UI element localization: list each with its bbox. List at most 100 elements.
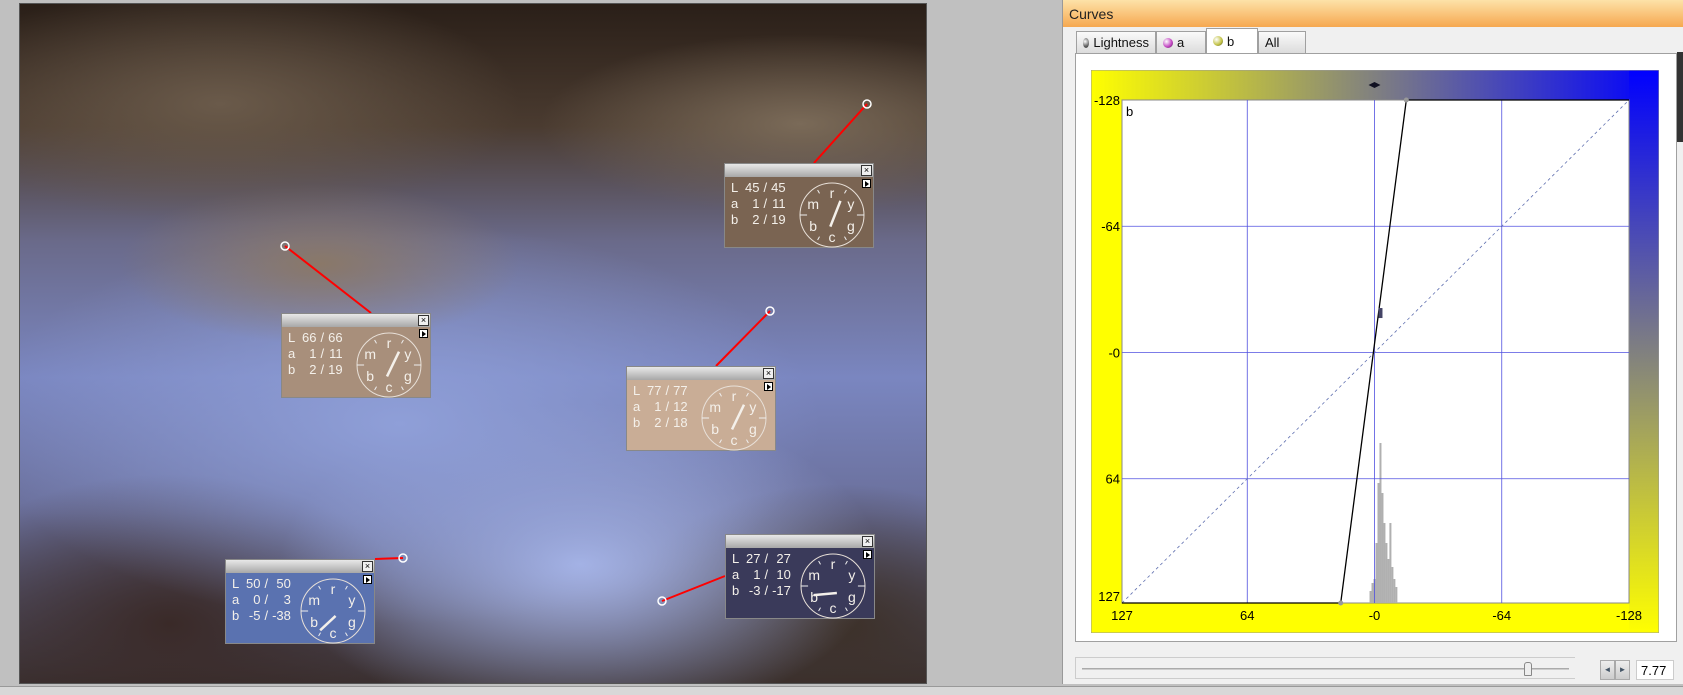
tab-label: Lightness <box>1093 35 1149 50</box>
channel-label: b <box>633 415 641 430</box>
clock-letter: m <box>807 196 819 212</box>
value-before: 27 <box>746 551 761 566</box>
close-icon[interactable]: × <box>418 315 429 326</box>
hue-needle <box>829 200 842 228</box>
tab-all[interactable]: All <box>1258 31 1306 53</box>
clock-letter: r <box>732 388 737 404</box>
x-tick-label: 127 <box>1111 608 1133 623</box>
slider-row: ◄ ► 7.77 <box>1075 655 1675 683</box>
value-after: 12 <box>673 399 688 414</box>
histogram-bar <box>1389 523 1392 603</box>
hue-clock: rygcbm <box>701 385 767 451</box>
value-before: 1 <box>753 567 761 582</box>
curves-chart[interactable]: b 127 64 -0 -64 -128 -128 -64 -0 64 127 <box>1091 70 1659 633</box>
clock-letter: c <box>386 379 393 395</box>
clock-letter: g <box>404 368 412 384</box>
clock-letter: g <box>749 421 757 437</box>
color-sampler-box[interactable]: × L 50/50 a 0/3 b -5/-38 rygcbm <box>225 559 375 644</box>
channel-label: a <box>633 399 641 414</box>
histogram-bar <box>1385 543 1388 603</box>
clock-letter: c <box>829 229 836 245</box>
tab-label: a <box>1177 35 1185 50</box>
channel-label: b <box>232 608 240 623</box>
color-sampler-box[interactable]: × L 77/77 a 1/12 b 2/18 rygcbm <box>626 366 776 451</box>
close-icon[interactable]: × <box>763 368 774 379</box>
sampler-titlebar[interactable]: × <box>627 367 775 380</box>
sampler-leader-line <box>715 310 771 367</box>
hue-clock: rygcbm <box>799 182 865 248</box>
curve-endpoint[interactable] <box>1338 600 1344 606</box>
value-after: 3 <box>283 592 291 607</box>
color-sampler-box[interactable]: × L 66/66 a 1/11 b 2/19 rygcbm <box>281 313 431 398</box>
sampler-titlebar[interactable]: × <box>725 164 873 177</box>
x-tick-label: -64 <box>1492 608 1511 623</box>
clock-letter: r <box>387 335 392 351</box>
status-bar <box>0 686 1683 695</box>
sampler-titlebar[interactable]: × <box>282 314 430 327</box>
tab-b[interactable]: b <box>1206 28 1258 53</box>
value-after: -38 <box>272 608 291 623</box>
hue-clock: rygcbm <box>800 553 866 619</box>
histogram-bar <box>1377 483 1380 603</box>
close-icon[interactable]: × <box>862 536 873 547</box>
close-icon[interactable]: × <box>362 561 373 572</box>
color-sampler-box[interactable]: × L 27/27 a 1/10 b -3/-17 rygcbm <box>725 534 875 619</box>
tab-a[interactable]: a <box>1156 31 1206 53</box>
chart-title: b <box>1126 104 1133 119</box>
value-after: -17 <box>772 583 791 598</box>
y-tick-label: 64 <box>1106 472 1120 487</box>
histogram-bar <box>1387 559 1390 603</box>
sampler-titlebar[interactable]: × <box>726 535 874 548</box>
channel-label: a <box>731 196 739 211</box>
value-before: 66 <box>302 330 317 345</box>
histogram-bar <box>1381 493 1384 603</box>
y-tick-label: -0 <box>1108 345 1120 360</box>
clock-letter: r <box>331 581 336 597</box>
histogram-bar <box>1391 567 1394 603</box>
channel-label: a <box>232 592 240 607</box>
curve-control-point[interactable] <box>1378 308 1383 319</box>
hue-needle <box>730 404 746 431</box>
slider-value-field[interactable]: 7.77 <box>1636 660 1674 680</box>
slider-thumb[interactable] <box>1523 662 1532 676</box>
histogram-bar <box>1379 443 1382 603</box>
close-icon[interactable]: × <box>861 165 872 176</box>
histogram-bar <box>1371 583 1374 603</box>
x-tick-label: 64 <box>1240 608 1254 623</box>
histogram-bar <box>1395 587 1398 603</box>
curves-title: Curves <box>1063 0 1683 27</box>
sampler-values: L 66/66 a 1/11 b 2/19 <box>288 330 343 377</box>
clock-letter: m <box>364 346 376 362</box>
channel-label: b <box>288 362 296 377</box>
clock-letter: r <box>830 185 835 201</box>
value-after: 10 <box>776 567 791 582</box>
sampler-titlebar[interactable]: × <box>226 560 374 573</box>
channel-label: b <box>731 212 739 227</box>
increment-button[interactable]: ► <box>1615 660 1630 680</box>
color-sampler-box[interactable]: × L 45/45 a 1/11 b 2/19 rygcbm <box>724 163 874 248</box>
clock-letter: b <box>810 589 818 605</box>
hue-needle <box>385 351 401 378</box>
tab-lightness[interactable]: Lightness <box>1076 31 1156 53</box>
decrement-button[interactable]: ◄ <box>1600 660 1615 680</box>
value-after: 77 <box>673 383 688 398</box>
clock-letter: y <box>749 399 756 415</box>
clock-letter: g <box>848 589 856 605</box>
channel-label: b <box>732 583 740 598</box>
hue-clock: rygcbm <box>300 578 366 644</box>
value-after: 27 <box>776 551 791 566</box>
value-before: 50 <box>246 576 261 591</box>
clock-letter: b <box>711 421 719 437</box>
value-before: -5 <box>248 608 261 623</box>
value-before: 45 <box>745 180 760 195</box>
value-before: 2 <box>309 362 317 377</box>
clock-letter: y <box>848 567 855 583</box>
curve-endpoint[interactable] <box>1403 97 1409 103</box>
clock-letter: c <box>830 600 837 616</box>
y-tick-label: 127 <box>1098 589 1120 604</box>
tab-label: b <box>1227 33 1235 49</box>
strength-slider[interactable] <box>1075 657 1575 679</box>
clock-letter: c <box>731 432 738 448</box>
scrollbar[interactable] <box>1677 52 1683 142</box>
channel-label: L <box>633 383 641 398</box>
